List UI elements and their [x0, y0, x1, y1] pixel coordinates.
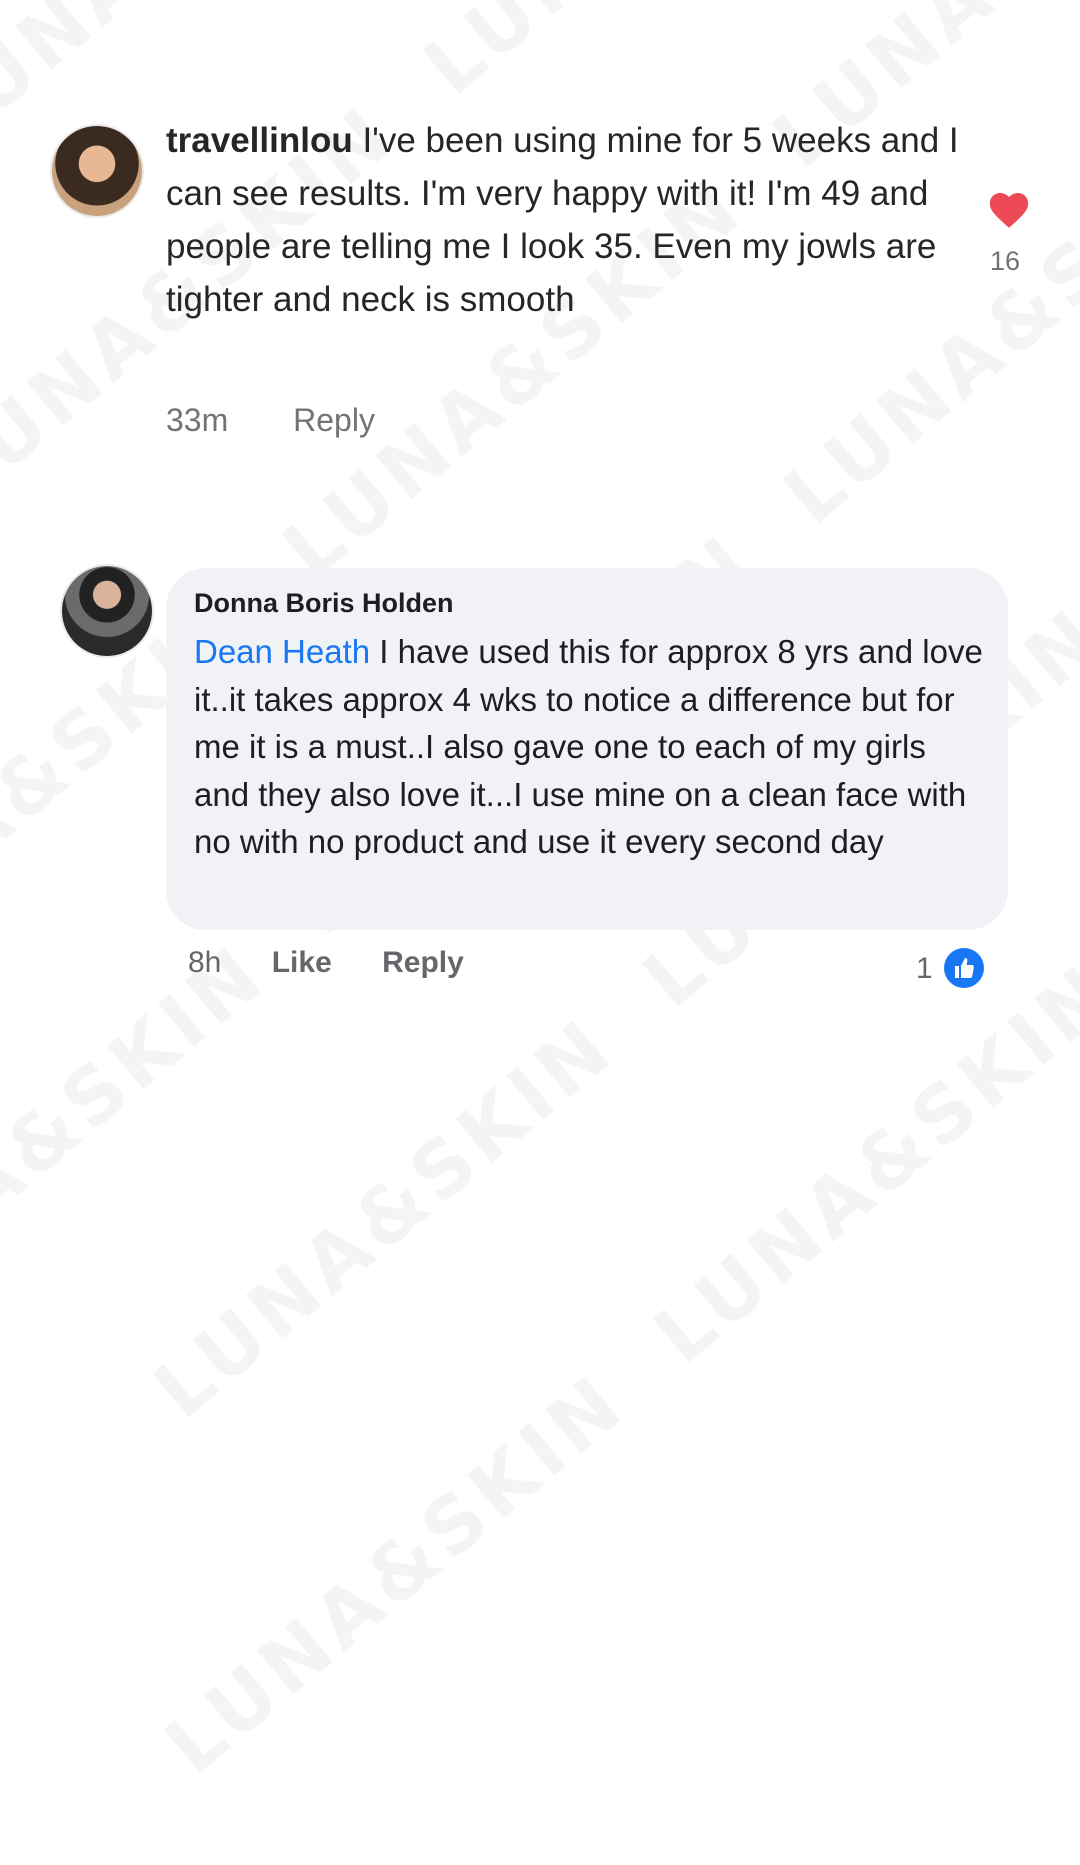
reaction-count: 1 — [916, 952, 933, 985]
comment-author[interactable]: Donna Boris Holden — [194, 588, 454, 619]
avatar[interactable] — [62, 566, 152, 656]
comment-meta: 33m Reply — [166, 402, 431, 439]
reply-button[interactable]: Reply — [293, 402, 375, 438]
timestamp: 8h — [188, 946, 222, 979]
like-count: 16 — [990, 246, 1021, 276]
heart-icon[interactable] — [986, 186, 1032, 230]
comment-text: travellinlou I've been using mine for 5 … — [166, 114, 966, 326]
thumbs-up-icon[interactable] — [944, 948, 984, 988]
reply-button[interactable]: Reply — [382, 946, 464, 979]
comment-text: Dean Heath I have used this for approx 8… — [194, 628, 984, 866]
mention-link[interactable]: Dean Heath — [194, 633, 370, 670]
comment-meta: 8h Like Reply — [188, 946, 506, 980]
username-link[interactable]: travellinlou — [166, 121, 353, 160]
like-button[interactable]: Like — [272, 946, 332, 979]
timestamp: 33m — [166, 402, 229, 438]
avatar[interactable] — [52, 126, 142, 216]
